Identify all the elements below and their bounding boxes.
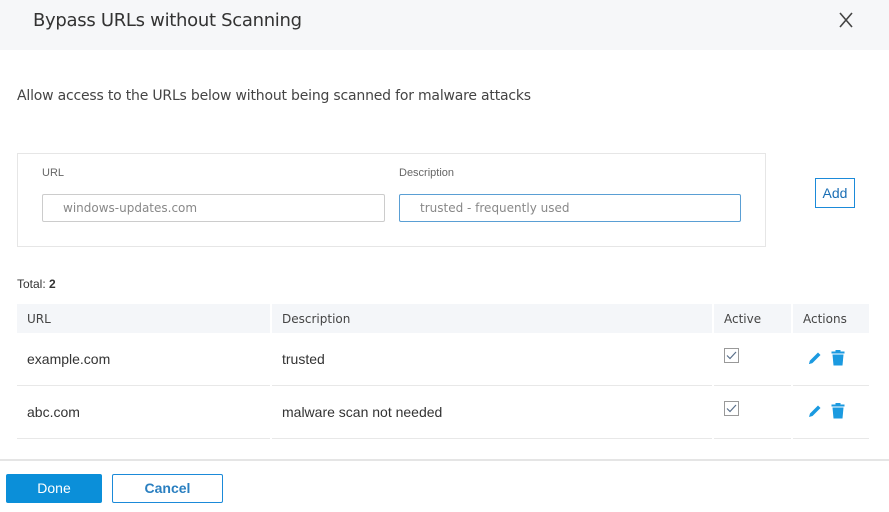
cell-description: malware scan not needed bbox=[272, 386, 712, 439]
close-icon bbox=[839, 12, 853, 28]
pencil-icon bbox=[809, 405, 821, 417]
trash-icon bbox=[831, 349, 845, 365]
add-url-form: URL windows-updates.com Description trus… bbox=[17, 153, 766, 247]
pencil-icon bbox=[809, 352, 821, 364]
column-header-url[interactable]: URL bbox=[17, 304, 270, 333]
active-checkbox[interactable] bbox=[724, 348, 739, 364]
total-value: 2 bbox=[49, 277, 56, 291]
url-input[interactable]: windows-updates.com bbox=[42, 194, 385, 222]
dialog-title: Bypass URLs without Scanning bbox=[33, 10, 302, 31]
cell-active bbox=[714, 333, 791, 386]
footer-divider bbox=[0, 459, 889, 461]
dialog-header: Bypass URLs without Scanning bbox=[0, 0, 889, 50]
column-header-actions: Actions bbox=[793, 304, 869, 333]
active-checkbox[interactable] bbox=[724, 401, 739, 417]
column-header-active[interactable]: Active bbox=[714, 304, 791, 333]
checkmark-icon bbox=[726, 404, 737, 413]
column-header-description[interactable]: Description bbox=[272, 304, 712, 333]
delete-button[interactable] bbox=[831, 402, 845, 422]
cell-description: trusted bbox=[272, 333, 712, 386]
cancel-button[interactable]: Cancel bbox=[112, 474, 223, 503]
description-input[interactable]: trusted - frequently used bbox=[399, 194, 741, 222]
total-label: Total: bbox=[17, 277, 46, 291]
cell-url: example.com bbox=[17, 333, 270, 386]
edit-button[interactable] bbox=[807, 403, 823, 422]
cell-actions bbox=[793, 333, 869, 386]
dialog-subtitle: Allow access to the URLs below without b… bbox=[17, 88, 531, 104]
table-header-row: URL Description Active Actions bbox=[17, 304, 869, 333]
add-button[interactable]: Add bbox=[815, 178, 855, 208]
delete-button[interactable] bbox=[831, 349, 845, 369]
description-label: Description bbox=[399, 167, 455, 179]
cell-active bbox=[714, 386, 791, 439]
cell-url: abc.com bbox=[17, 386, 270, 439]
url-label: URL bbox=[42, 167, 65, 179]
done-button[interactable]: Done bbox=[6, 474, 102, 503]
table-row: abc.com malware scan not needed bbox=[17, 386, 869, 439]
edit-button[interactable] bbox=[807, 350, 823, 369]
total-count: Total: 2 bbox=[17, 277, 56, 291]
table-row: example.com trusted bbox=[17, 333, 869, 386]
checkmark-icon bbox=[726, 351, 737, 360]
bypass-url-table: URL Description Active Actions example.c… bbox=[15, 304, 871, 439]
trash-icon bbox=[831, 402, 845, 418]
close-button[interactable] bbox=[834, 8, 858, 32]
cell-actions bbox=[793, 386, 869, 439]
